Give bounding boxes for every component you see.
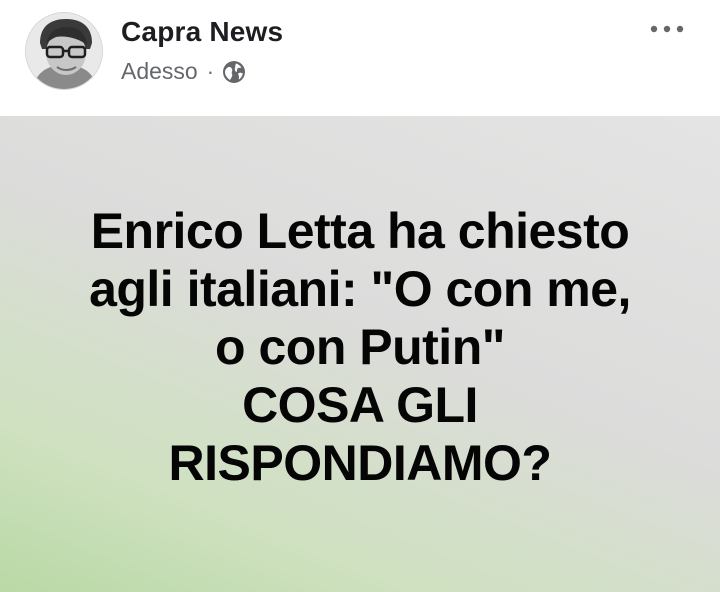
post-meta: Adesso · [121,58,246,85]
more-options-button[interactable] [642,14,692,44]
globe-icon[interactable] [222,60,246,84]
page-name[interactable]: Capra News [121,16,283,48]
post-header: Capra News Adesso · [0,0,720,116]
post-timestamp[interactable]: Adesso [121,58,198,85]
post-text: Enrico Letta ha chiesto agli italiani: "… [0,202,720,492]
meta-separator: · [206,58,215,84]
post-text-line: Enrico Letta ha chiesto [90,203,630,259]
more-options-icon [650,25,684,33]
post-text-line: RISPONDIAMO? [168,435,552,491]
post-background-card[interactable]: Enrico Letta ha chiesto agli italiani: "… [0,116,720,592]
author-avatar[interactable] [25,12,103,90]
facebook-post: Capra News Adesso · Enrico Letta ha chie… [0,0,720,592]
post-text-line: COSA GLI [242,377,478,433]
post-text-line: agli italiani: "O con me, [89,261,631,317]
post-text-line: o con Putin" [215,319,505,375]
avatar-photo-icon [26,13,102,89]
